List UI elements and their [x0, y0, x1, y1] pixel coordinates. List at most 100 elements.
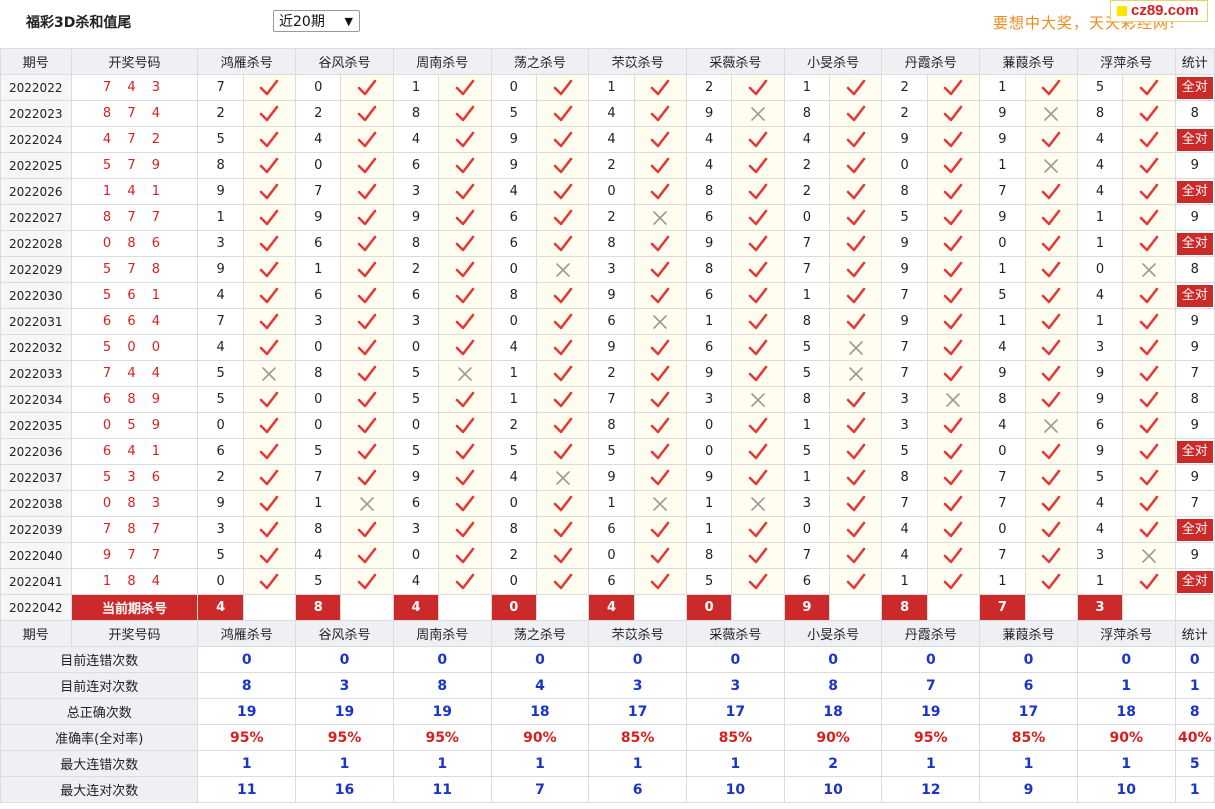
kill-number-cell: 1: [783, 282, 831, 309]
kill-number-cell: 3: [881, 386, 928, 413]
summary-label: 最大连对次数: [0, 776, 199, 803]
kill-number-cell: 5: [197, 126, 244, 153]
result-mark-cell: [1122, 516, 1176, 543]
check-icon: [651, 79, 670, 95]
check-icon: [455, 157, 475, 173]
summary-stat: 1: [1174, 776, 1215, 803]
check-icon: [1041, 443, 1061, 459]
result-mark-cell: [633, 568, 688, 595]
result-mark-cell: [1024, 386, 1078, 413]
summary-stat: 40%: [1174, 724, 1215, 751]
summary-label: 最大连错次数: [0, 750, 199, 777]
check-icon: [357, 105, 377, 121]
result-mark-cell: [242, 386, 297, 413]
result-mark-cell: [633, 464, 688, 491]
kill-number-cell: 0: [295, 152, 342, 179]
current-kill-number: 4: [392, 594, 440, 621]
result-mark-cell: [438, 438, 492, 465]
all-correct-badge: 全对: [1176, 180, 1213, 203]
result-mark-cell: [731, 568, 785, 595]
period-select[interactable]: 近20期 ▼: [273, 10, 360, 32]
cross-icon: [360, 496, 374, 511]
stat-cell: 7: [1174, 360, 1215, 387]
top-bar: 福彩3D杀和值尾 近20期 ▼ 要想中大奖，天天彩经网! cz89.com: [0, 0, 1215, 46]
col-header-expert: 浮萍杀号: [1076, 48, 1176, 75]
kill-number-cell: 4: [1076, 282, 1124, 309]
draw-numbers-cell: 9 7 7: [70, 542, 199, 569]
kill-number-cell: 9: [392, 464, 440, 491]
check-icon: [651, 365, 670, 381]
check-icon: [651, 521, 670, 537]
cross-icon: [262, 366, 277, 381]
kill-number-cell: 1: [1076, 308, 1124, 335]
kill-number-cell: 6: [686, 334, 733, 361]
kill-number-cell: 3: [686, 386, 733, 413]
kill-number-cell: 4: [295, 126, 342, 153]
summary-value: 18: [490, 698, 590, 725]
check-icon: [553, 79, 572, 95]
check-icon: [553, 287, 572, 303]
summary-stat: 8: [1174, 698, 1215, 725]
check-icon: [357, 365, 377, 381]
check-icon: [1139, 417, 1159, 433]
check-icon: [357, 469, 377, 485]
result-mark-cell: [926, 412, 981, 439]
check-icon: [748, 469, 768, 485]
check-icon: [944, 209, 963, 225]
kill-number-cell: 9: [686, 360, 733, 387]
summary-value: 18: [783, 698, 883, 725]
kill-number-cell: 0: [295, 74, 342, 101]
result-mark-cell: [829, 152, 883, 179]
result-mark-cell: [731, 412, 785, 439]
summary-row: 最大连错次数 1 1 1 1 1 1 2 1 1 1 5: [0, 750, 1215, 777]
col-header-draw: 开奖号码: [70, 48, 199, 75]
summary-value: 7: [490, 776, 590, 803]
kill-number-cell: 3: [588, 256, 635, 283]
check-icon: [1041, 339, 1061, 355]
check-icon: [260, 547, 279, 563]
all-correct-badge: 全对: [1176, 232, 1213, 255]
kill-number-cell: 8: [588, 412, 635, 439]
check-icon: [260, 521, 279, 537]
kill-number-cell: 3: [1076, 334, 1124, 361]
draw-numbers-cell: 4 7 2: [70, 126, 199, 153]
check-icon: [944, 157, 963, 173]
result-mark-cell: [731, 360, 785, 387]
summary-value: 85%: [686, 724, 785, 751]
result-mark-cell: [731, 438, 785, 465]
summary-value: 3: [295, 672, 394, 699]
kill-number-cell: 4: [392, 568, 440, 595]
result-mark-cell: [731, 282, 785, 309]
check-icon: [846, 209, 866, 225]
check-icon: [1139, 365, 1159, 381]
check-icon: [553, 573, 572, 589]
kill-number-cell: 1: [490, 360, 537, 387]
summary-value: 95%: [295, 724, 394, 751]
check-icon: [553, 443, 572, 459]
table-row: 2022035 0 5 900028013469: [0, 412, 1215, 439]
summary-value: 3: [588, 672, 688, 699]
result-mark-cell: [242, 230, 297, 257]
issue-cell: 2022038: [0, 490, 72, 517]
col-header-expert: 浮萍杀号: [1076, 620, 1176, 647]
summary-value: 1: [881, 750, 981, 777]
cross-icon: [751, 106, 765, 121]
check-icon: [748, 417, 768, 433]
kill-number-cell: 8: [686, 542, 733, 569]
col-header-issue: 期号: [0, 48, 72, 75]
result-mark-cell: [731, 126, 785, 153]
kill-number-cell: 0: [783, 516, 831, 543]
summary-value: 0: [783, 646, 883, 673]
kill-number-cell: 4: [881, 516, 928, 543]
kill-number-cell: 9: [197, 178, 244, 205]
result-mark-cell: [633, 256, 688, 283]
stat-cell: 9: [1174, 412, 1215, 439]
check-icon: [944, 235, 963, 251]
all-correct-badge: 全对: [1176, 440, 1213, 463]
check-icon: [1139, 79, 1159, 95]
summary-value: 95%: [881, 724, 981, 751]
check-icon: [846, 495, 866, 511]
result-mark-cell: [926, 568, 981, 595]
site-logo[interactable]: cz89.com: [1110, 0, 1208, 22]
kill-number-cell: 4: [783, 126, 831, 153]
